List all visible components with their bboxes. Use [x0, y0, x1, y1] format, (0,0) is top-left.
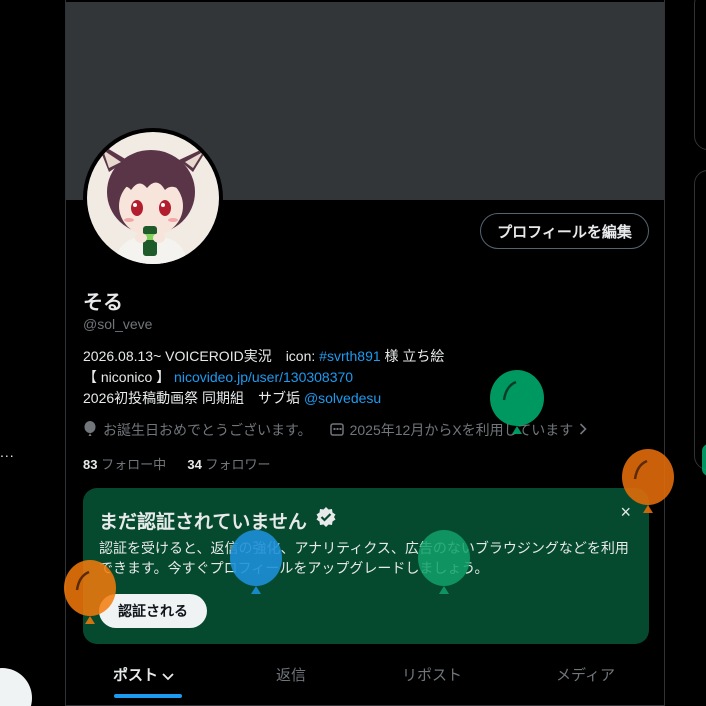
followers-count: 34	[187, 457, 202, 472]
account-avatar-partial[interactable]	[0, 668, 32, 706]
bio-text: 2026.08.13~ VOICEROID実況 icon:	[83, 348, 320, 364]
active-tab-indicator	[114, 694, 182, 698]
profile-tabs: ポスト 返信 リポスト メディア	[66, 652, 664, 706]
orange-balloon-icon	[622, 449, 674, 513]
profile-column: プロフィールを編集 そる @sol_veve 2026.08.13~ VOICE…	[65, 0, 665, 706]
bio-text: 【 niconico 】	[83, 369, 171, 385]
niconico-link[interactable]: nicovideo.jp/user/130308370	[174, 369, 353, 385]
bio-line-2: 【 niconico 】 nicovideo.jp/user/130308370	[83, 367, 643, 388]
edit-profile-button[interactable]: プロフィールを編集	[480, 213, 649, 249]
hashtag-link[interactable]: #svrth891	[319, 348, 380, 364]
bio-line-3: 2026初投稿動画祭 同期組 サブ垢 @solvedesu	[83, 388, 643, 409]
balloon-icon	[83, 420, 97, 440]
display-name: そる	[83, 292, 123, 314]
following-count: 83	[83, 457, 98, 472]
tab-reposts[interactable]: リポスト	[402, 664, 462, 685]
right-teal-marker	[702, 444, 706, 476]
tab-replies[interactable]: 返信	[276, 664, 306, 685]
verified-badge-icon	[315, 506, 337, 534]
calendar-icon	[329, 422, 344, 439]
orange-balloon-icon	[64, 560, 116, 624]
green-balloon-icon	[490, 370, 544, 434]
profile-bio: 2026.08.13~ VOICEROID実況 icon: #svrth891 …	[83, 346, 643, 409]
following-link[interactable]: 83 フォロー中	[83, 457, 166, 472]
chevron-right-icon[interactable]	[579, 422, 587, 438]
verify-title: まだ認証されていません	[99, 506, 337, 534]
verify-description: 認証を受けると、返信の強化、アナリティクス、広告のないブラウジングなどを利用でき…	[99, 540, 629, 576]
follow-stats: 83 フォロー中 34 フォロワー	[83, 454, 270, 473]
right-panel-middle	[694, 170, 706, 470]
followers-label: フォロワー	[205, 457, 271, 472]
bio-line-1: 2026.08.13~ VOICEROID実況 icon: #svrth891 …	[83, 346, 643, 367]
green-balloon-icon	[418, 530, 470, 594]
more-dots[interactable]: ...	[0, 444, 15, 460]
tab-media[interactable]: メディア	[556, 664, 615, 685]
bio-text: 様 立ち絵	[380, 348, 445, 364]
mention-link[interactable]: @solvedesu	[304, 390, 381, 406]
chevron-down-icon[interactable]	[162, 668, 174, 685]
tab-posts[interactable]: ポスト	[113, 664, 174, 685]
following-label: フォロー中	[101, 457, 167, 472]
birthday-text: お誕生日おめでとうございます。	[103, 422, 312, 438]
tab-posts-label: ポスト	[113, 667, 159, 684]
profile-handle: @sol_veve	[83, 316, 153, 332]
followers-link[interactable]: 34 フォロワー	[187, 457, 270, 472]
bio-text: 2026初投稿動画祭 同期組 サブ垢	[83, 390, 304, 406]
right-panel-top	[694, 0, 706, 150]
blue-balloon-icon	[230, 530, 282, 594]
profile-avatar[interactable]	[83, 128, 223, 268]
verify-card: まだ認証されていません × 認証を受けると、返信の強化、アナリティクス、広告のな…	[83, 488, 649, 644]
avatar-illustration-icon	[87, 132, 219, 264]
